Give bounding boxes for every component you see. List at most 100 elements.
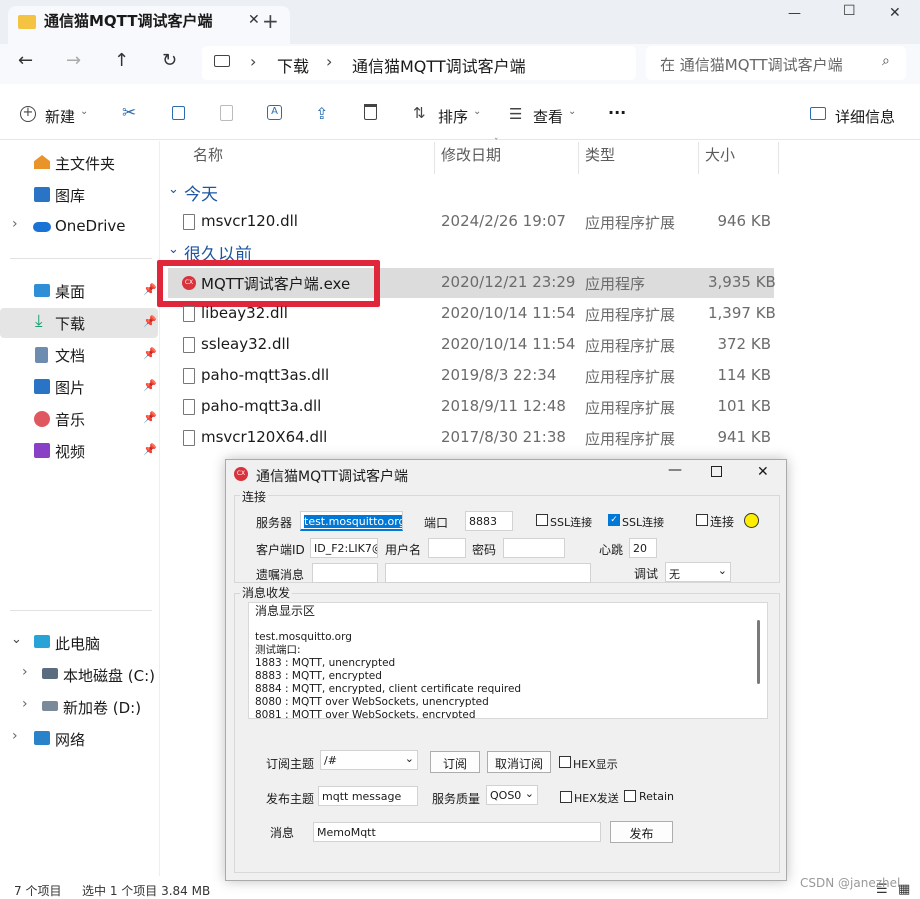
- paste-icon[interactable]: [220, 105, 233, 121]
- pin-icon[interactable]: 📌: [143, 347, 157, 360]
- dialog-maximize-button[interactable]: [711, 466, 722, 477]
- ssl-checkbox-1[interactable]: [536, 514, 548, 526]
- maximize-button[interactable]: ☐: [843, 3, 856, 19]
- hex-show-checkbox[interactable]: [559, 756, 571, 768]
- dll-file-icon: [183, 399, 195, 415]
- sidebar-item-home[interactable]: 主文件夹: [0, 148, 158, 178]
- sidebar-item-gallery[interactable]: 图库: [0, 180, 158, 210]
- retain-checkbox[interactable]: [624, 790, 636, 802]
- file-date: 2019/8/3 22:34: [441, 366, 557, 384]
- qos-select[interactable]: QOS0 ⌄: [486, 785, 538, 805]
- details-button[interactable]: 详细信息: [835, 106, 895, 127]
- sub-topic-value: /#: [324, 754, 337, 767]
- group-collapse-icon[interactable]: ⌄: [168, 182, 179, 197]
- expand-chevron-icon[interactable]: ⌄: [11, 632, 22, 647]
- clientid-input[interactable]: ID_F2:LIK7@: [310, 538, 378, 558]
- column-date[interactable]: 修改日期: [441, 144, 501, 172]
- column-size[interactable]: 大小: [705, 144, 735, 172]
- hex-send-checkbox[interactable]: [560, 791, 572, 803]
- group-today[interactable]: 今天: [184, 180, 218, 205]
- forward-icon[interactable]: →: [66, 50, 81, 71]
- unsubscribe-button[interactable]: 取消订阅: [487, 751, 551, 773]
- log-line: 消息显示区: [255, 604, 316, 618]
- sidebar-item-network[interactable]: › 网络: [0, 724, 158, 754]
- column-name[interactable]: 名称: [193, 144, 223, 172]
- expand-chevron-icon[interactable]: ›: [12, 216, 18, 232]
- new-tab-button[interactable]: +: [262, 9, 279, 33]
- share-icon[interactable]: ⇪: [315, 104, 328, 123]
- sidebar-item-desktop[interactable]: 桌面 📌: [0, 276, 158, 306]
- group-collapse-icon[interactable]: ⌄: [168, 242, 179, 257]
- publish-button[interactable]: 发布: [610, 821, 673, 843]
- pin-icon[interactable]: 📌: [143, 283, 157, 296]
- pin-icon[interactable]: 📌: [143, 315, 157, 328]
- copy-icon[interactable]: [172, 106, 185, 120]
- file-row[interactable]: msvcr120X64.dll 2017/8/30 21:38 应用程序扩展 9…: [168, 423, 774, 453]
- file-row[interactable]: msvcr120.dll 2024/2/26 19:07 应用程序扩展 946 …: [168, 207, 774, 237]
- sidebar-item-pictures[interactable]: 图片 📌: [0, 372, 158, 402]
- tab-close-icon[interactable]: ✕: [248, 12, 260, 28]
- message-display[interactable]: 消息显示区 test.mosquitto.org 测试端口: 1883 : MQ…: [248, 602, 768, 719]
- username-input[interactable]: [428, 538, 466, 558]
- rename-icon[interactable]: A: [267, 105, 282, 120]
- new-button[interactable]: 新建: [45, 106, 75, 127]
- sidebar-item-videos[interactable]: 视频 📌: [0, 436, 158, 466]
- expand-chevron-icon[interactable]: ›: [12, 728, 18, 744]
- scrollbar-thumb[interactable]: [757, 620, 760, 684]
- expand-chevron-icon[interactable]: ›: [22, 696, 28, 712]
- sidebar-item-this-pc[interactable]: ⌄ 此电脑: [0, 628, 158, 658]
- ssl-checkbox-2[interactable]: ✓: [608, 514, 620, 526]
- sort-caret-icon: ˇ: [494, 138, 499, 148]
- network-icon: [34, 731, 50, 745]
- refresh-icon[interactable]: ↻: [162, 50, 177, 71]
- breadcrumb-current[interactable]: 通信猫MQTT调试客户端: [352, 53, 526, 77]
- delete-icon[interactable]: [364, 104, 377, 120]
- dialog-close-button[interactable]: ✕: [757, 464, 769, 480]
- up-icon[interactable]: ↑: [114, 50, 129, 71]
- pin-icon[interactable]: 📌: [143, 443, 157, 456]
- mqtt-dialog: CX 通信猫MQTT调试客户端 — ✕ 连接 服务器 test.mosquitt…: [225, 459, 787, 881]
- expand-chevron-icon[interactable]: ›: [22, 664, 28, 680]
- will-message-input[interactable]: [385, 563, 591, 583]
- cut-icon[interactable]: ✂: [122, 103, 136, 123]
- password-input[interactable]: [503, 538, 565, 558]
- file-row[interactable]: ssleay32.dll 2020/10/14 11:54 应用程序扩展 372…: [168, 330, 774, 360]
- connect-checkbox[interactable]: [696, 514, 708, 526]
- sidebar-item-drive-d[interactable]: › 新加卷 (D:): [0, 692, 158, 722]
- file-row[interactable]: paho-mqtt3a.dll 2018/9/11 12:48 应用程序扩展 1…: [168, 392, 774, 422]
- column-type[interactable]: 类型: [585, 144, 615, 172]
- back-icon[interactable]: ←: [18, 50, 33, 71]
- column-divider: [778, 142, 779, 174]
- sidebar-item-label: 下载: [55, 315, 86, 333]
- sort-button[interactable]: 排序: [438, 106, 468, 127]
- pin-icon[interactable]: 📌: [143, 379, 157, 392]
- ssl-label-1: SSL连接: [550, 516, 593, 529]
- sidebar-item-drive-c[interactable]: › 本地磁盘 (C:): [0, 660, 158, 690]
- breadcrumb-downloads[interactable]: 下载: [277, 53, 309, 77]
- more-button[interactable]: ···: [608, 103, 626, 122]
- subscribe-button[interactable]: 订阅: [430, 751, 480, 773]
- file-row[interactable]: paho-mqtt3as.dll 2019/8/3 22:34 应用程序扩展 1…: [168, 361, 774, 391]
- file-row[interactable]: libeay32.dll 2020/10/14 11:54 应用程序扩展 1,3…: [168, 299, 776, 329]
- server-input[interactable]: test.mosquitto.org: [300, 511, 403, 531]
- sub-topic-select[interactable]: /# ⌄: [320, 750, 418, 770]
- sidebar-item-onedrive[interactable]: › OneDrive: [0, 212, 158, 242]
- debug-select[interactable]: 无 ⌄: [665, 562, 731, 582]
- pub-topic-input[interactable]: mqtt message: [318, 786, 418, 806]
- view-button[interactable]: 查看: [533, 106, 563, 127]
- minimize-button[interactable]: —: [788, 6, 801, 21]
- chevron-down-icon: ⌄: [80, 106, 89, 117]
- sidebar-item-downloads[interactable]: ⤓ 下载 📌: [0, 308, 158, 338]
- gallery-icon: [34, 187, 50, 202]
- message-input[interactable]: MemoMqtt: [313, 822, 601, 842]
- port-input[interactable]: 8883: [465, 511, 513, 531]
- sidebar-item-music[interactable]: 音乐 📌: [0, 404, 158, 434]
- close-button[interactable]: ✕: [889, 5, 901, 21]
- search-icon[interactable]: ⌕: [882, 53, 890, 69]
- dialog-minimize-button[interactable]: —: [668, 462, 682, 478]
- sidebar-item-documents[interactable]: 文档 📌: [0, 340, 158, 370]
- pin-icon[interactable]: 📌: [143, 411, 157, 424]
- sidebar-item-label: 文档: [55, 347, 86, 365]
- will-topic-input[interactable]: [312, 563, 378, 583]
- heartbeat-input[interactable]: 20: [629, 538, 657, 558]
